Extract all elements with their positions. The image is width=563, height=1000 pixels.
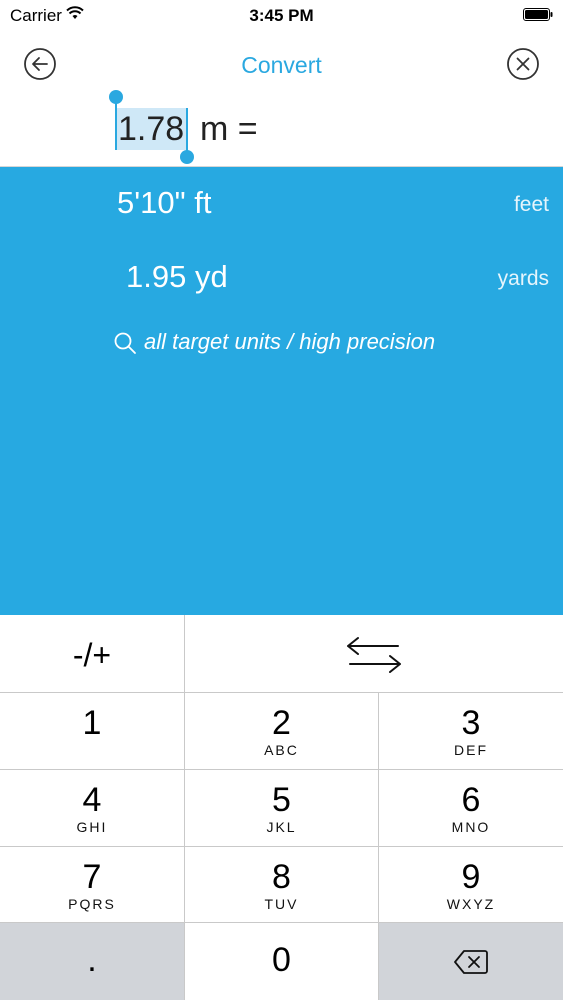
selection-handle-end-knob[interactable] — [180, 150, 194, 164]
swap-arrows-icon — [347, 637, 401, 673]
result-value: 5'10" ft — [117, 185, 212, 220]
key-digit: 2 — [272, 704, 291, 742]
key-letters: DEF — [454, 742, 488, 758]
input-row: 1.78 m = — [0, 90, 563, 167]
key-digit: 6 — [461, 781, 481, 819]
result-value: 1.95 yd — [126, 259, 228, 294]
key-letters: JKL — [266, 819, 297, 835]
decimal-point-key[interactable]: . — [0, 923, 185, 1000]
selection-handle-start-knob[interactable] — [109, 90, 123, 104]
result-unit-name: feet — [513, 193, 549, 216]
key-digit: 8 — [272, 858, 291, 896]
key-letters: ABC — [264, 742, 299, 758]
result-row-feet[interactable]: 5'10" ft feet — [0, 185, 563, 225]
key-1[interactable]: 1 — [0, 693, 185, 770]
search-icon — [114, 332, 136, 354]
key-letters: TUV — [264, 896, 299, 912]
input-value-field[interactable]: 1.78 — [116, 108, 187, 150]
key-letters: WXYZ — [446, 896, 496, 912]
key-5[interactable]: 5 JKL — [185, 770, 379, 847]
sign-toggle-label: -/+ — [72, 637, 112, 673]
results-panel: 5'10" ft feet 1.95 yd yards all target u… — [0, 167, 563, 615]
key-6[interactable]: 6 MNO — [379, 770, 563, 847]
battery-icon — [523, 8, 553, 21]
result-row-yards[interactable]: 1.95 yd yards — [0, 259, 563, 299]
key-2[interactable]: 2 ABC — [185, 693, 379, 770]
key-letters: PQRS — [68, 896, 116, 912]
all-target-units-label: all target units / high precision — [144, 329, 436, 354]
key-3[interactable]: 3 DEF — [379, 693, 563, 770]
close-circle-icon[interactable] — [507, 48, 539, 80]
status-bar: Carrier 3:45 PM — [0, 0, 563, 30]
key-digit: 4 — [82, 781, 102, 819]
clock: 3:45 PM — [249, 6, 314, 25]
key-4[interactable]: 4 GHI — [0, 770, 185, 847]
key-digit: 3 — [461, 704, 481, 742]
backspace-icon — [454, 950, 488, 974]
key-digit: 9 — [461, 858, 481, 896]
key-digit: 1 — [82, 704, 102, 742]
swap-units-key[interactable] — [185, 615, 563, 693]
page-title: Convert — [241, 52, 322, 78]
key-9[interactable]: 9 WXYZ — [379, 847, 563, 923]
nav-bar: Convert — [0, 30, 563, 98]
sign-toggle-key[interactable]: -/+ — [0, 615, 185, 693]
key-8[interactable]: 8 TUV — [185, 847, 379, 923]
key-letters: GHI — [76, 819, 108, 835]
key-7[interactable]: 7 PQRS — [0, 847, 185, 923]
key-digit: 0 — [272, 941, 291, 979]
result-unit-name: yards — [497, 267, 549, 290]
decimal-point-label: . — [87, 941, 97, 979]
key-0[interactable]: 0 — [185, 923, 379, 1000]
selection-handle-start[interactable] — [115, 98, 117, 150]
backspace-key[interactable] — [379, 923, 563, 1000]
key-digit: 7 — [82, 858, 102, 896]
key-letters: MNO — [451, 819, 491, 835]
key-digit: 5 — [272, 781, 291, 819]
input-unit-label: m = — [200, 110, 258, 148]
numeric-keypad: -/+ 1 2 ABC 3 DEF 4 GHI 5 JKL 6 MNO 7 PQ… — [0, 615, 563, 1000]
